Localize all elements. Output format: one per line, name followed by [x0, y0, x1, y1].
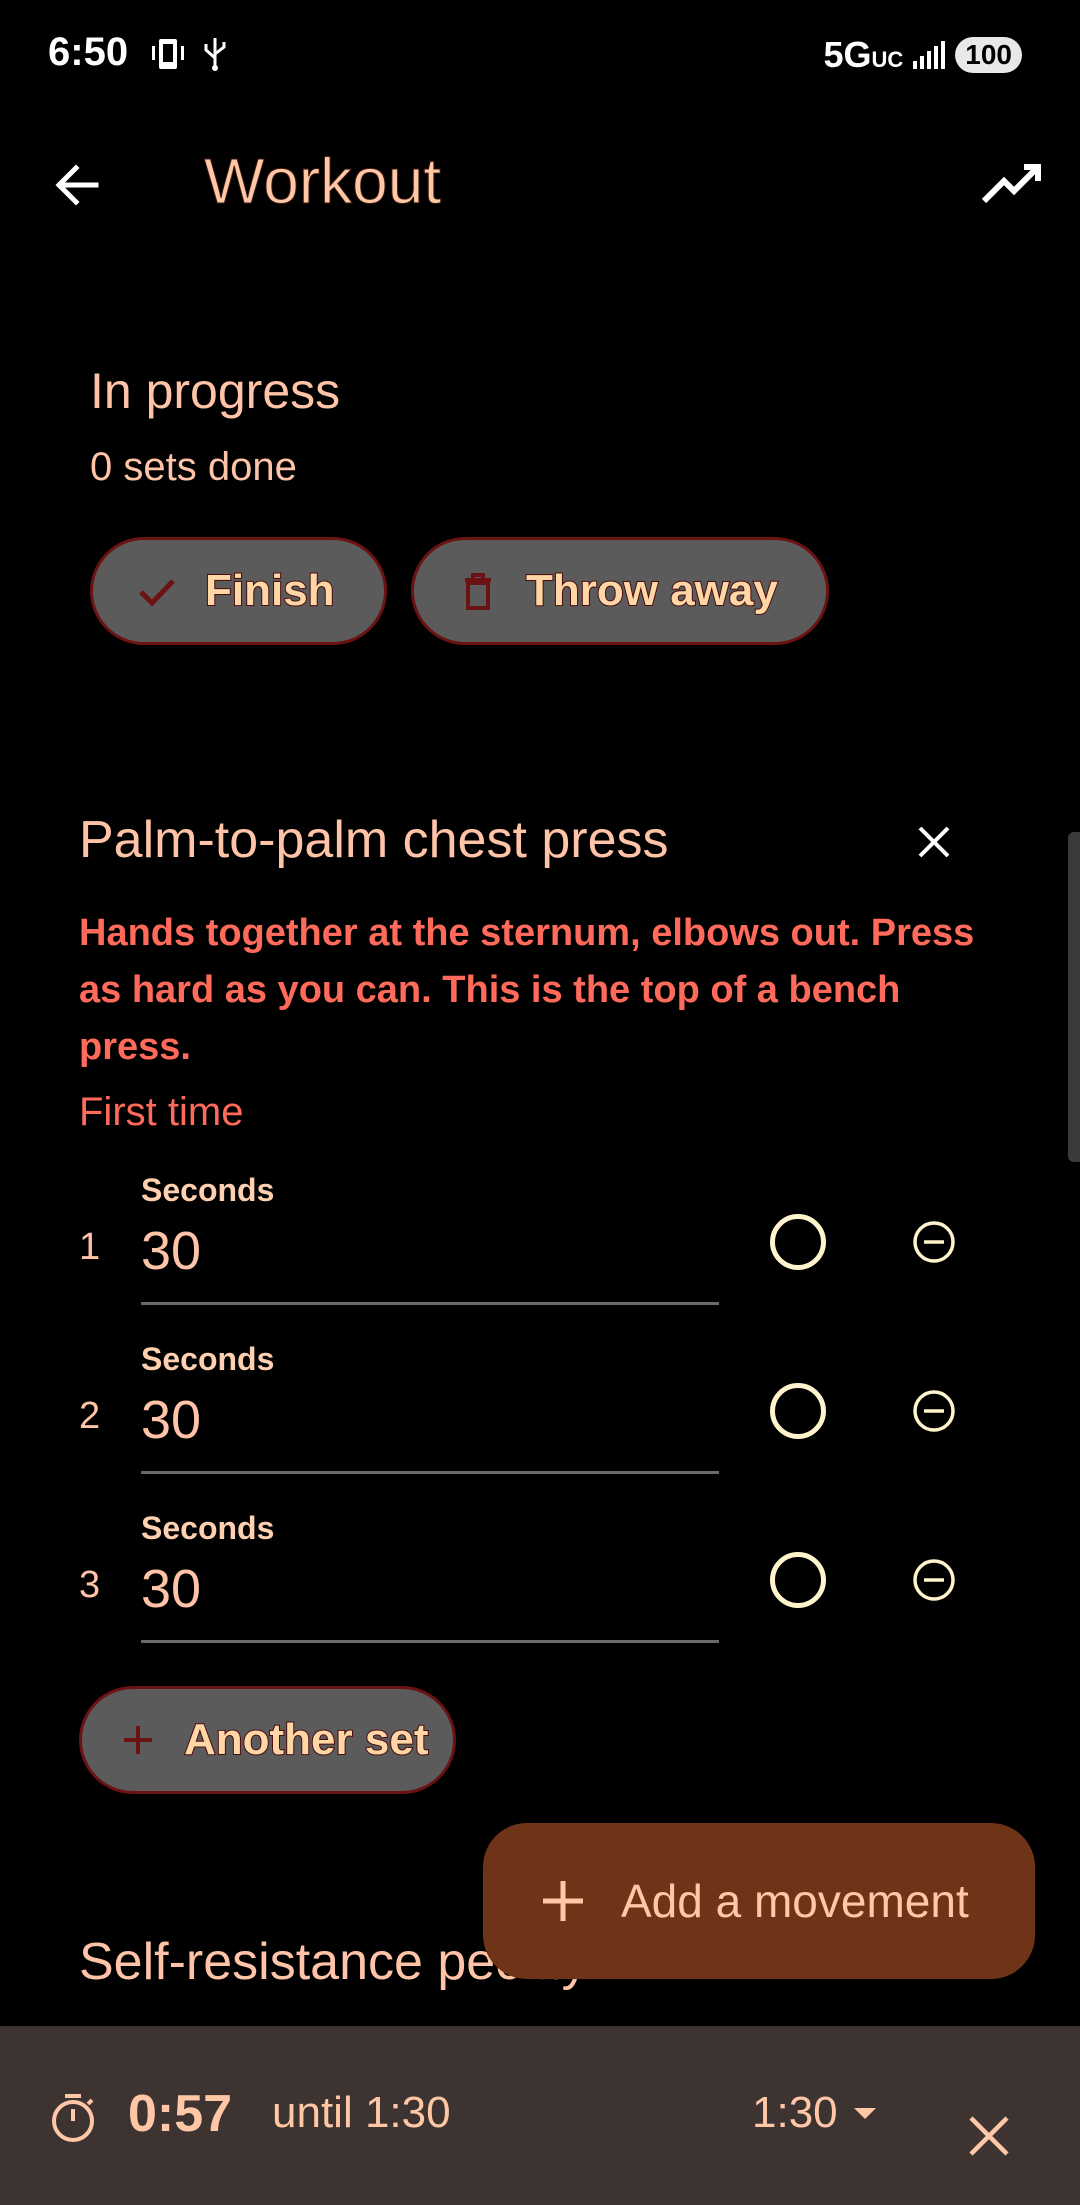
timer-icon	[52, 2094, 94, 2142]
usb-icon	[204, 38, 226, 71]
throw-away-button[interactable]: Throw away	[411, 537, 829, 645]
dropdown-arrow-icon	[853, 2107, 876, 2119]
set-row: 3 Seconds 30	[0, 1510, 1080, 1678]
set-row: 1 Seconds 30	[0, 1172, 1080, 1340]
close-icon[interactable]	[910, 818, 958, 866]
set-field-label: Seconds	[141, 1172, 275, 1208]
status-right: 5GUC 100	[823, 34, 1022, 76]
set-field-label: Seconds	[141, 1510, 275, 1546]
plus-icon	[124, 1726, 152, 1754]
scrollbar[interactable]	[1068, 832, 1080, 1162]
trending-up-icon[interactable]	[980, 155, 1044, 215]
finish-button[interactable]: Finish	[90, 537, 387, 645]
add-movement-button[interactable]: Add a movement	[483, 1823, 1035, 1979]
status-icons-left	[150, 36, 228, 72]
timer-elapsed: 0:57	[128, 2085, 233, 2143]
movement-history: First time	[79, 1090, 244, 1134]
top-app-bar: Workout	[0, 110, 1080, 250]
timer-target-dropdown[interactable]: 1:30	[752, 2088, 876, 2138]
check-icon	[139, 579, 175, 607]
remove-circle-icon[interactable]	[910, 1218, 958, 1266]
field-underline	[141, 1302, 719, 1305]
timer-until: until 1:30	[272, 2088, 451, 2137]
movement-description: Hands together at the sternum, elbows ou…	[79, 912, 975, 1068]
trash-icon	[465, 573, 491, 610]
network-indicator: 5GUC	[823, 34, 904, 75]
set-number: 2	[79, 1395, 101, 1437]
throw-away-button-label: Throw away	[525, 565, 779, 616]
set-row: 2 Seconds 30	[0, 1341, 1080, 1509]
status-time: 6:50	[48, 30, 129, 74]
set-done-toggle[interactable]	[770, 1214, 826, 1270]
seconds-field[interactable]: 30	[141, 1389, 201, 1451]
another-set-label: Another set	[183, 1714, 429, 1765]
close-icon[interactable]	[967, 2114, 1011, 2158]
page-title: Workout	[203, 145, 442, 218]
remove-circle-icon[interactable]	[910, 1556, 958, 1604]
seconds-field[interactable]: 30	[141, 1558, 201, 1620]
field-underline	[141, 1640, 719, 1643]
finish-button-label: Finish	[204, 565, 336, 616]
signal-icon	[913, 41, 946, 69]
set-number: 1	[79, 1226, 101, 1268]
battery-icon: 100	[955, 37, 1022, 73]
sets-done-count: 0 sets done	[90, 445, 297, 489]
seconds-field[interactable]: 30	[141, 1220, 201, 1282]
set-number: 3	[79, 1564, 101, 1606]
session-status: In progress	[90, 363, 341, 419]
arrow-back-icon[interactable]	[48, 155, 108, 215]
set-done-toggle[interactable]	[770, 1383, 826, 1439]
set-field-label: Seconds	[141, 1341, 275, 1377]
rest-timer-bar: 0:57 until 1:30 1:30	[0, 2026, 1080, 2205]
remove-circle-icon[interactable]	[910, 1387, 958, 1435]
status-bar: 6:50 5GUC 100	[0, 0, 1080, 110]
add-movement-label: Add a movement	[621, 1875, 969, 1927]
set-done-toggle[interactable]	[770, 1552, 826, 1608]
workout-screen: 6:50 5GUC 100 Workout In progress 0 sets…	[0, 0, 1080, 2205]
vibrate-icon	[152, 39, 184, 69]
another-set-button[interactable]: Another set	[79, 1686, 456, 1794]
timer-target-value: 1:30	[752, 2088, 838, 2137]
plus-icon	[543, 1881, 583, 1921]
field-underline	[141, 1471, 719, 1474]
movement-title: Palm-to-palm chest press	[79, 811, 669, 869]
